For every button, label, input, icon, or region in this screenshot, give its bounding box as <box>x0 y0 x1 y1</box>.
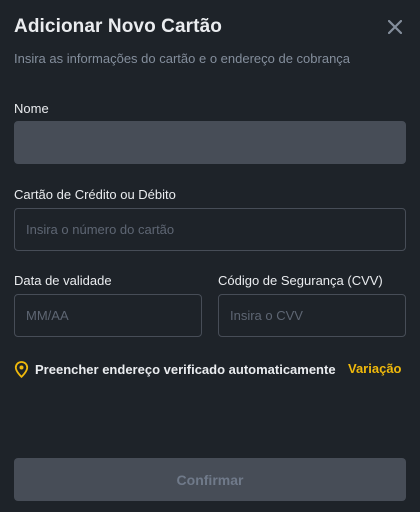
cvv-input[interactable]: Insira o CVV <box>218 294 406 337</box>
location-pin-icon <box>14 361 29 378</box>
close-icon <box>388 20 402 34</box>
expiry-input[interactable]: MM/AA <box>14 294 202 337</box>
variation-link[interactable]: Variação <box>348 361 402 376</box>
autofill-address-option[interactable]: Preencher endereço verificado automatica… <box>14 361 336 378</box>
dialog-title: Adicionar Novo Cartão <box>14 16 222 37</box>
name-input[interactable] <box>14 121 406 164</box>
name-label: Nome <box>14 101 49 116</box>
dialog-subtitle: Insira as informações do cartão e o ende… <box>14 51 351 66</box>
cvv-label: Código de Segurança (CVV) <box>218 273 383 288</box>
card-number-placeholder: Insira o número do cartão <box>26 222 175 237</box>
confirm-button[interactable]: Confirmar <box>14 458 406 501</box>
close-button[interactable] <box>385 17 405 37</box>
card-number-input[interactable]: Insira o número do cartão <box>14 208 406 251</box>
cvv-placeholder: Insira o CVV <box>230 308 303 323</box>
add-card-dialog: Adicionar Novo Cartão Insira as informaç… <box>0 0 420 512</box>
card-number-label: Cartão de Crédito ou Débito <box>14 187 176 202</box>
expiry-placeholder: MM/AA <box>26 308 69 323</box>
expiry-label: Data de validade <box>14 273 112 288</box>
autofill-label: Preencher endereço verificado automatica… <box>35 362 336 377</box>
